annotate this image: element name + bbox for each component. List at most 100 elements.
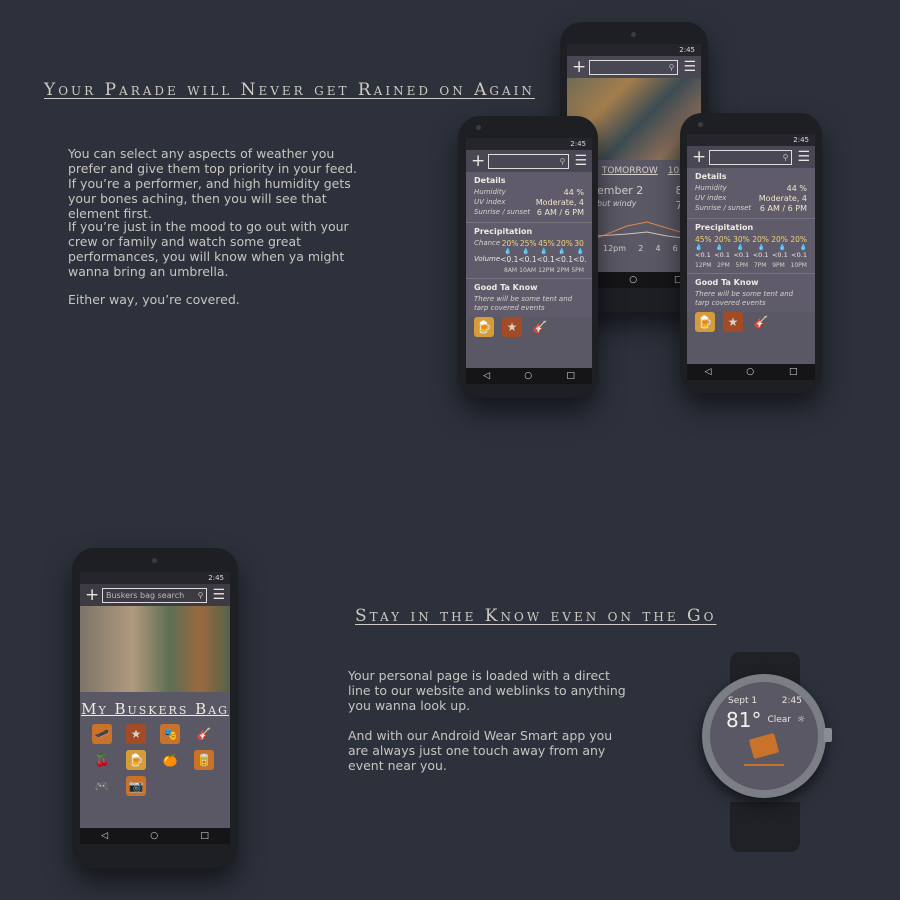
chance-value: 20% (771, 235, 788, 244)
status-bar: 2:45 (687, 134, 815, 146)
detail-label: Sunrise / sunset (474, 208, 531, 216)
drink-can-icon[interactable]: 🥫 (194, 750, 214, 770)
add-icon[interactable]: + (85, 586, 99, 604)
phone-details-right: 2:45 + ⚲ ☰ Details Humidity 44 % UV index… (680, 113, 822, 393)
back-button[interactable]: ◁ (704, 367, 711, 377)
chance-value: 20% (790, 235, 807, 244)
time-label: 8AM (504, 267, 518, 274)
search-input[interactable]: ⚲ (709, 149, 793, 165)
precipitation-section: Precipitation 45% 20% 30% 20% 20% 20% 💧 💧… (687, 219, 815, 274)
raindrop-icons: 💧 💧 💧 💧 💧 (504, 248, 584, 255)
intro-paragraph-1: You can select any aspects of weather yo… (68, 146, 357, 221)
app-toolbar: + ⚲ ☰ (466, 150, 592, 172)
home-button[interactable]: ○ (629, 275, 637, 285)
chance-value: 20% (752, 235, 769, 244)
volume-value: <0.1 (714, 251, 731, 259)
detail-label: UV index (695, 194, 727, 202)
home-button[interactable]: ○ (746, 367, 754, 377)
back-button[interactable]: ◁ (101, 831, 108, 841)
details-screen: 2:45 + ⚲ ☰ Details Humidity 44 % UV index… (466, 138, 592, 384)
time-label: 2PM (556, 267, 570, 274)
details-title: Details (474, 176, 506, 185)
beer-icon[interactable]: 🍺 (126, 750, 146, 770)
precipitation-section: Precipitation Chance 20% 25% 45% 20% 30 … (466, 223, 592, 279)
ticket-icon[interactable] (748, 732, 780, 760)
detail-label: Humidity (474, 188, 506, 196)
menu-icon[interactable]: ☰ (574, 154, 587, 168)
time-label: 12PM (695, 262, 712, 269)
add-icon[interactable]: + (471, 152, 485, 170)
time-label: 10PM (790, 262, 807, 269)
detail-value: Moderate, 4 (758, 194, 807, 203)
back-button[interactable]: ◁ (483, 371, 490, 381)
app-toolbar: + ⚲ ☰ (687, 146, 815, 168)
recents-button[interactable]: □ (200, 831, 209, 841)
menu-icon[interactable]: ☰ (797, 150, 810, 164)
chance-value: 20% (501, 239, 519, 248)
volume-value: <0.1 (500, 255, 519, 264)
wear-paragraph-2: And with our Android Wear Smart app you … (348, 728, 613, 773)
watch-divider (744, 764, 784, 766)
details-screen: 2:45 + ⚲ ☰ Details Humidity 44 % UV index… (687, 134, 815, 380)
skateboard-icon[interactable]: 🛹 (92, 724, 112, 744)
raindrop-icons: 💧 💧 💧 💧 💧 💧 (695, 244, 807, 251)
search-input[interactable]: ⚲ (488, 153, 570, 169)
headline-parade: Your Parade will Never get Rained on Aga… (44, 80, 535, 100)
recents-button[interactable]: □ (566, 371, 575, 381)
app-toolbar: + ⚲ ☰ (567, 56, 701, 78)
guitar-icon[interactable]: 🎸 (194, 724, 214, 744)
good-to-know-title: Good Ta Know (695, 278, 759, 287)
detail-value: 6 AM / 6 PM (536, 208, 584, 217)
search-input[interactable]: ⚲ (589, 59, 679, 75)
watch-crown[interactable] (824, 728, 832, 742)
intro-paragraph-3: Either way, you’re covered. (68, 292, 240, 307)
event-icons: 🍺 ★ 🎸 (687, 312, 815, 336)
details-title: Details (695, 172, 727, 181)
precipitation-title: Precipitation (695, 223, 754, 232)
guitar-icon[interactable]: 🎸 (751, 312, 771, 332)
hour-label: 6 (672, 244, 678, 253)
watch-face[interactable]: Sept 1 2:45 81° Clear ☼ (710, 682, 818, 790)
time-label: 5PM (735, 262, 749, 269)
theater-masks-icon[interactable]: 🎭 (160, 724, 180, 744)
hour-label: 12pm (603, 244, 627, 253)
volume-value: <0.1 (791, 251, 807, 259)
add-icon[interactable]: + (692, 148, 706, 166)
search-placeholder: Buskers bag search (106, 590, 185, 600)
beer-icon[interactable]: 🍺 (474, 317, 494, 337)
game-controller-icon[interactable]: 🎮 (92, 776, 112, 796)
add-icon[interactable]: + (572, 58, 586, 76)
time-label: 2PM (717, 262, 730, 269)
detail-value: 6 AM / 6 PM (759, 204, 807, 213)
stage-icon[interactable]: ★ (502, 317, 522, 337)
phone-details-left: 2:45 + ⚲ ☰ Details Humidity 44 % UV index… (458, 116, 598, 398)
stage-icon[interactable]: ★ (126, 724, 146, 744)
chance-value: 30 (574, 239, 584, 248)
home-button[interactable]: ○ (150, 831, 158, 841)
guitar-icon[interactable]: 🎸 (530, 317, 550, 337)
detail-value: Moderate, 4 (535, 198, 584, 207)
status-bar: 2:45 (567, 44, 701, 56)
forecast-date: ember 2 (597, 184, 644, 197)
cherries-icon[interactable]: 🍒 (92, 750, 112, 770)
menu-icon[interactable]: ☰ (683, 60, 696, 74)
good-to-know-text: There will be some tent and tarp covered… (474, 295, 573, 312)
phone-buskers-bag: 2:45 + Buskers bag search ⚲ ☰ My Buskers… (72, 548, 238, 868)
time-label: 5PM (571, 267, 584, 274)
recents-button[interactable]: □ (789, 367, 798, 377)
food-icon[interactable]: 🍊 (160, 750, 180, 770)
chance-value: 30% (733, 235, 750, 244)
home-button[interactable]: ○ (524, 371, 532, 381)
stage-icon[interactable]: ★ (723, 312, 743, 332)
tab-tomorrow[interactable]: TOMORROW (602, 166, 658, 176)
details-section: Details Humidity 44 % UV index Moderate, 4… (466, 172, 592, 223)
volume-value: <0.1 (733, 251, 750, 259)
watch-time: 2:45 (781, 696, 802, 706)
camera-icon[interactable]: 📷 (126, 776, 146, 796)
search-input[interactable]: Buskers bag search ⚲ (102, 587, 208, 603)
menu-icon[interactable]: ☰ (212, 588, 225, 602)
chance-value: 45% (695, 235, 712, 244)
beer-icon[interactable]: 🍺 (695, 312, 715, 332)
search-icon: ⚲ (668, 62, 675, 72)
volume-value: <0.1 (771, 251, 788, 259)
